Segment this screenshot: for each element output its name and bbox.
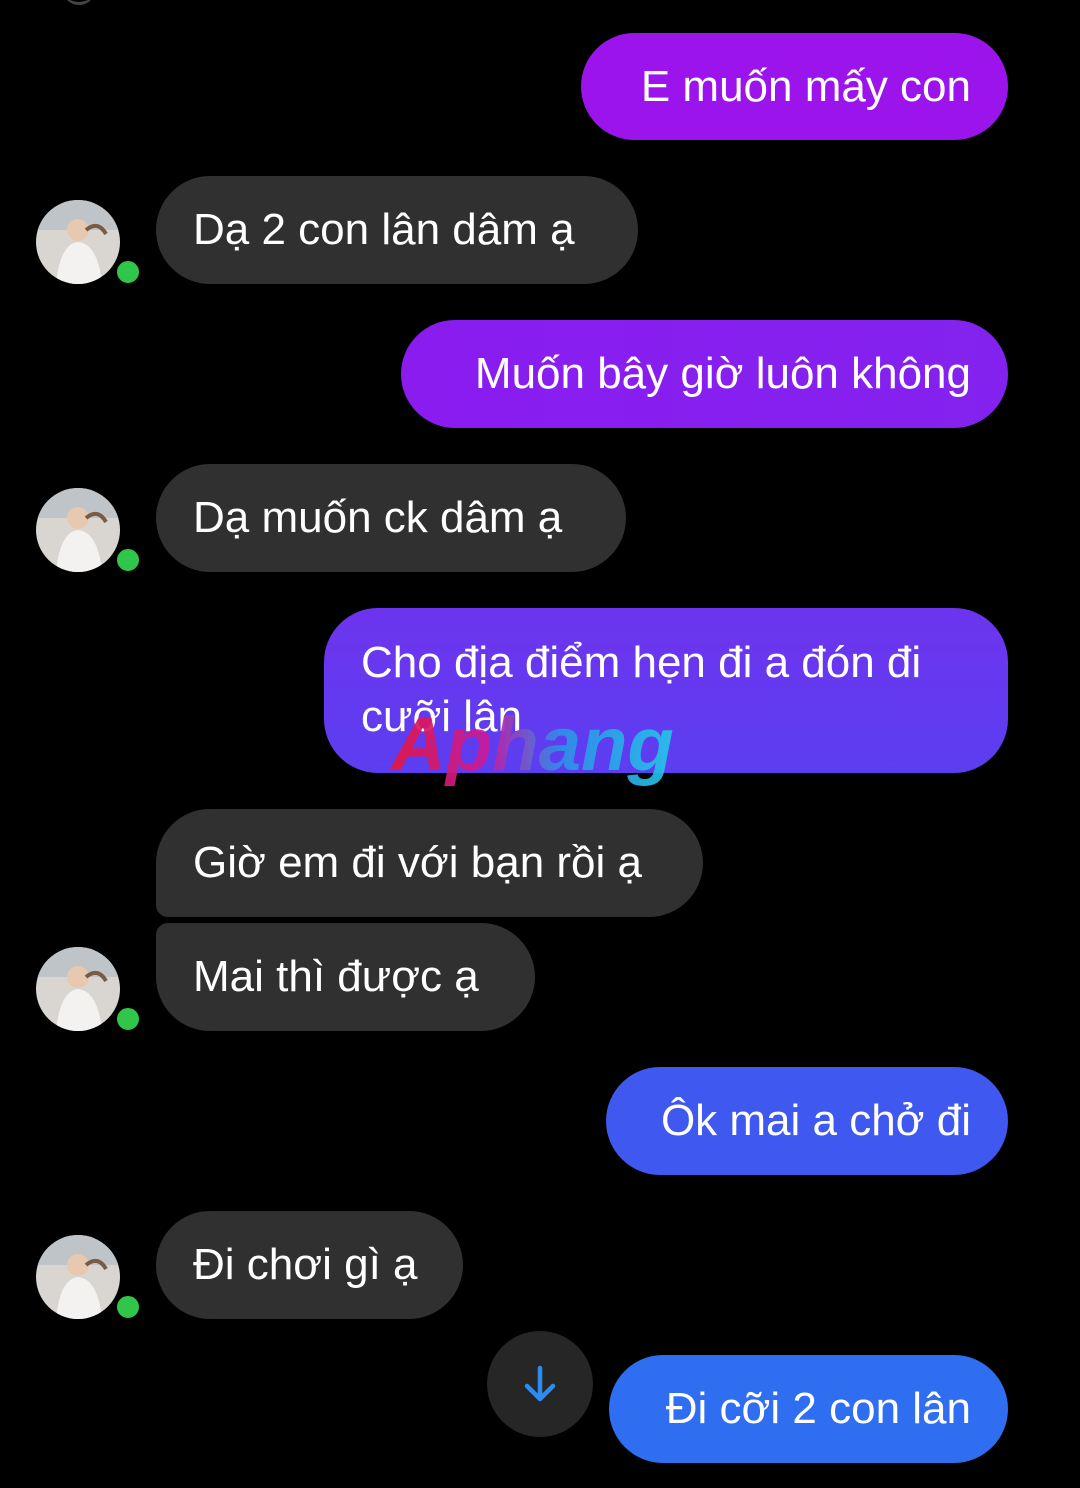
avatar-photo bbox=[36, 488, 120, 572]
online-status-icon bbox=[112, 1291, 144, 1323]
message-outgoing[interactable]: E muốn mấy con bbox=[581, 33, 1008, 140]
online-status-icon bbox=[112, 544, 144, 576]
avatar-photo bbox=[36, 200, 120, 284]
message-text: Ôk mai a chở đi bbox=[660, 1096, 971, 1145]
online-status-icon bbox=[112, 256, 144, 288]
message-text: Giờ em đi với bạn rồi ạ bbox=[193, 838, 642, 887]
message-text: Đi cỡi 2 con lân bbox=[665, 1384, 971, 1433]
arrow-down-icon bbox=[524, 1365, 556, 1402]
message-text: Dạ 2 con lân dâm ạ bbox=[193, 205, 575, 254]
online-status-icon bbox=[112, 1003, 144, 1035]
contact-avatar[interactable] bbox=[36, 947, 144, 1035]
contact-avatar[interactable] bbox=[36, 488, 144, 576]
message-text: Dạ muốn ck dâm ạ bbox=[193, 493, 563, 542]
message-incoming[interactable]: Dạ muốn ck dâm ạ bbox=[156, 464, 626, 572]
scroll-to-bottom-button[interactable] bbox=[487, 1331, 593, 1437]
message-incoming[interactable]: Mai thì được ạ bbox=[156, 923, 535, 1031]
message-outgoing[interactable]: Muốn bây giờ luôn không bbox=[401, 320, 1008, 428]
contact-avatar[interactable] bbox=[36, 200, 144, 288]
message-outgoing[interactable]: Đi cỡi 2 con lân bbox=[609, 1355, 1008, 1463]
message-text: E muốn mấy con bbox=[640, 62, 971, 111]
contact-avatar[interactable] bbox=[36, 1235, 144, 1323]
message-outgoing[interactable]: Ôk mai a chở đi bbox=[606, 1067, 1008, 1175]
message-text: Muốn bây giờ luôn không bbox=[474, 349, 971, 398]
avatar-photo bbox=[36, 1235, 120, 1319]
message-text: Mai thì được ạ bbox=[193, 952, 479, 1001]
message-outgoing[interactable]: Cho địa điểm hẹn đi a đón đi cưỡi lân bbox=[324, 608, 1008, 773]
message-text: Cho địa điểm hẹn đi a đón đi cưỡi lân bbox=[361, 638, 922, 741]
message-incoming[interactable]: Đi chơi gì ạ bbox=[156, 1211, 463, 1319]
message-incoming[interactable]: Giờ em đi với bạn rồi ạ bbox=[156, 809, 703, 917]
avatar-photo bbox=[36, 947, 120, 1031]
previous-avatar-edge bbox=[62, 0, 96, 5]
message-incoming[interactable]: Dạ 2 con lân dâm ạ bbox=[156, 176, 638, 284]
message-text: Đi chơi gì ạ bbox=[193, 1240, 418, 1289]
